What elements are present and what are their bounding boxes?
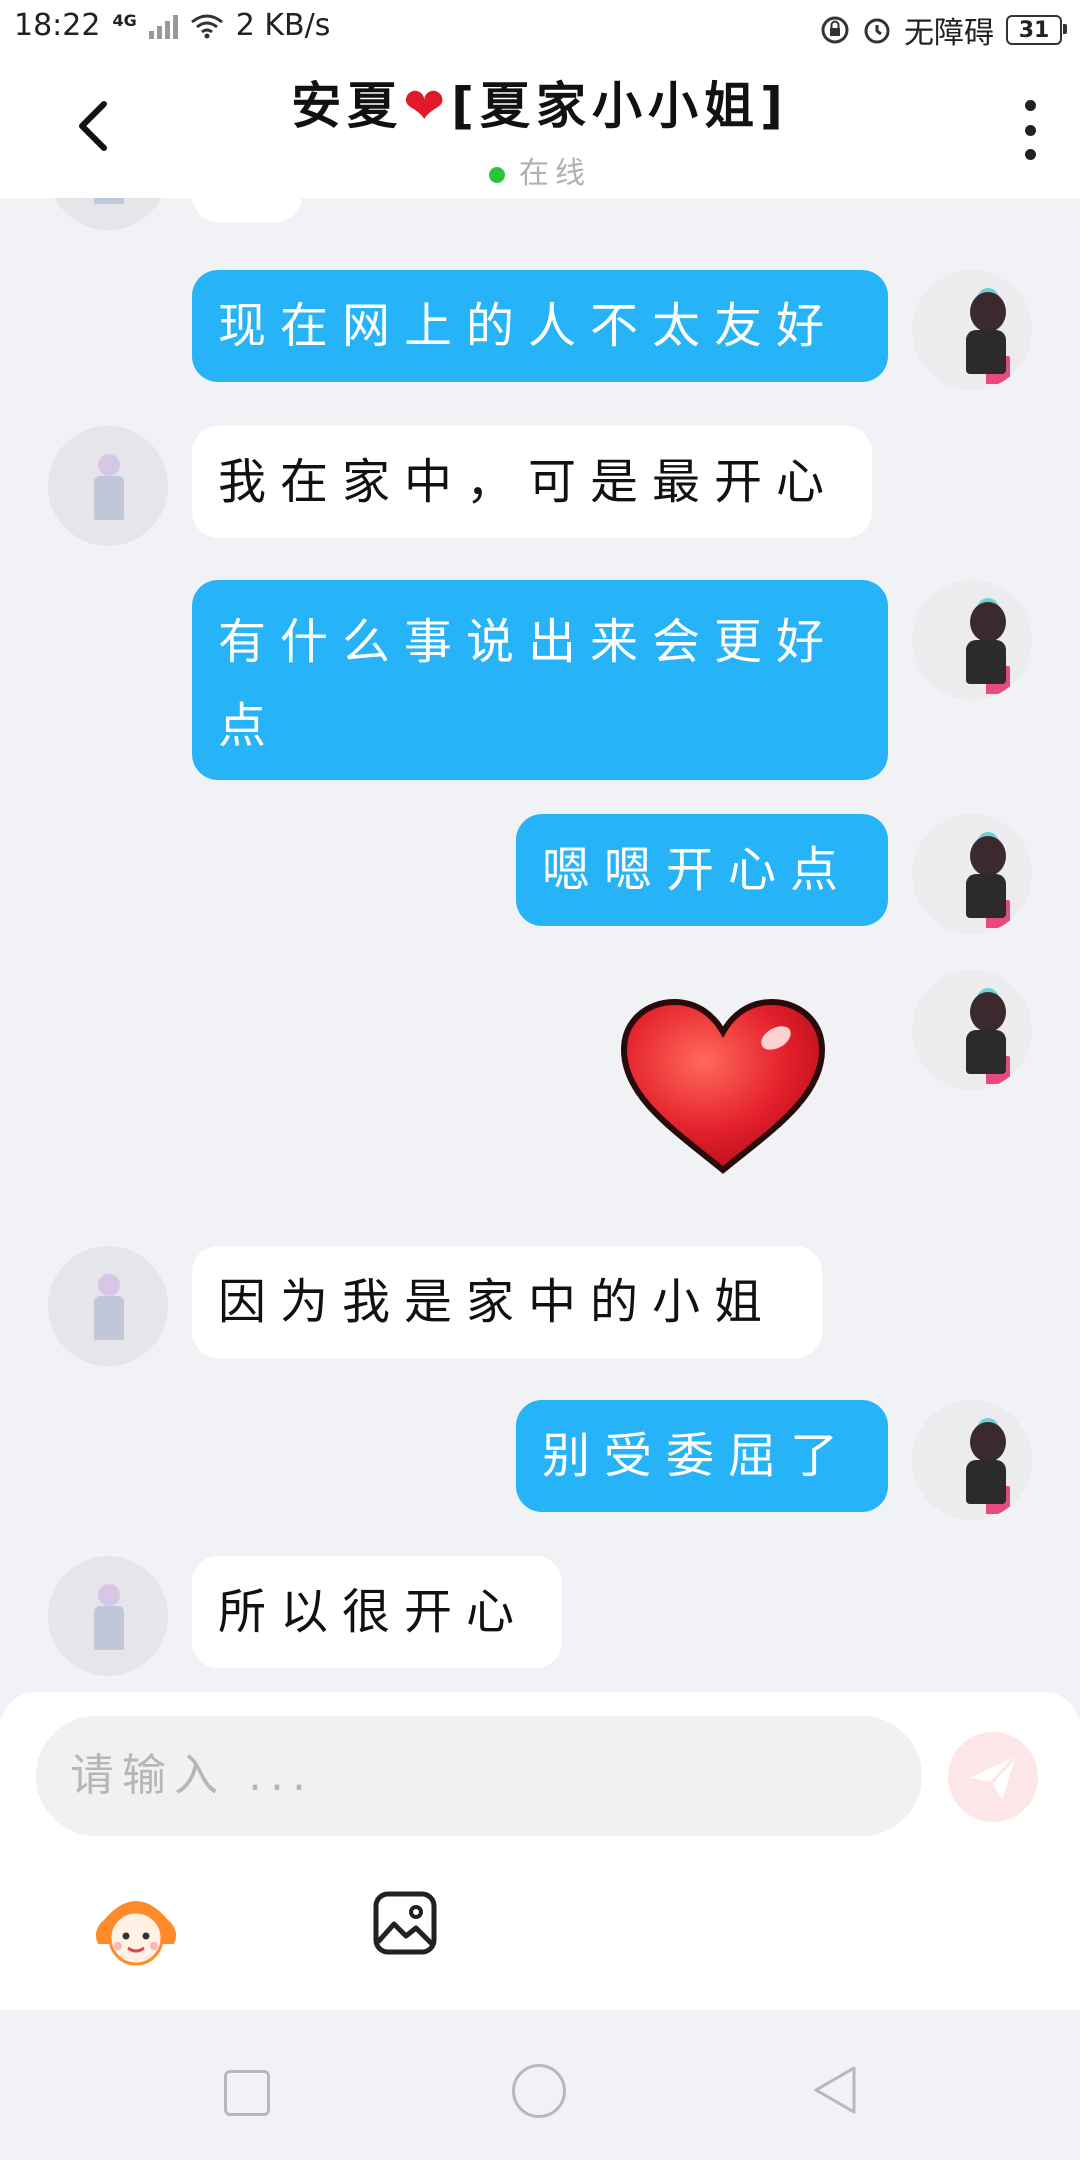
more-menu-icon[interactable] bbox=[1022, 100, 1038, 160]
status-time: 18:22 bbox=[14, 8, 101, 43]
nav-back-button[interactable] bbox=[810, 2064, 860, 2116]
message-bubble-outgoing[interactable]: 别受委屈了 bbox=[516, 1400, 888, 1512]
heart-sticker[interactable] bbox=[618, 998, 828, 1178]
contact-avatar[interactable] bbox=[48, 426, 168, 546]
alarm-icon bbox=[864, 18, 890, 44]
home-button[interactable] bbox=[512, 2064, 566, 2118]
battery-icon: 31 bbox=[1006, 15, 1067, 45]
message-bubble-incoming[interactable]: 我在家中，可是最开心 bbox=[192, 426, 872, 538]
status-bar: 18:22 4G 2 KB/s 无障碍 31 bbox=[0, 0, 1080, 56]
system-nav-bar bbox=[0, 2014, 1080, 2160]
contact-name-prefix: 安夏 bbox=[291, 77, 404, 135]
contact-avatar[interactable] bbox=[48, 1556, 168, 1676]
contact-avatar[interactable] bbox=[48, 1246, 168, 1366]
image-icon[interactable] bbox=[372, 1890, 438, 1956]
chat-header: 安夏❤[夏家小小姐] 在线 bbox=[0, 56, 1080, 198]
contact-avatar[interactable] bbox=[48, 198, 168, 230]
lock-rotation-icon bbox=[821, 16, 849, 44]
message-bubble-outgoing[interactable]: 有什么事说出来会更好点 bbox=[192, 580, 888, 780]
online-dot-icon bbox=[489, 166, 505, 183]
accessibility-label: 无障碍 bbox=[904, 16, 994, 51]
network-type: 4G bbox=[112, 11, 137, 30]
signal-icon bbox=[148, 13, 178, 39]
online-status-label: 在线 bbox=[519, 156, 591, 191]
message-bubble-outgoing[interactable]: 嗯嗯开心点 bbox=[516, 814, 888, 926]
my-avatar[interactable] bbox=[912, 970, 1032, 1090]
recent-apps-button[interactable] bbox=[224, 2070, 270, 2116]
message-bubble-outgoing[interactable]: 现在网上的人不太友好 bbox=[192, 270, 888, 382]
contact-name[interactable]: 安夏❤[夏家小小姐] bbox=[0, 66, 1080, 138]
heart-icon: ❤ bbox=[403, 77, 452, 135]
my-avatar[interactable] bbox=[912, 814, 1032, 934]
online-status: 在线 bbox=[0, 148, 1080, 192]
send-icon[interactable] bbox=[948, 1732, 1038, 1822]
message-list[interactable]: 现在网上的人不太友好 我在家中，可是最开心 有什么事说出来会更好点 嗯嗯开心点 … bbox=[0, 198, 1080, 1692]
network-speed: 2 KB/s bbox=[235, 8, 331, 43]
battery-level: 31 bbox=[1018, 17, 1050, 43]
message-bubble-incoming[interactable]: 所以很开心 bbox=[192, 1556, 562, 1668]
emoji-icon[interactable] bbox=[92, 1890, 180, 1970]
message-composer: 请输入 ... bbox=[0, 1692, 1080, 2010]
my-avatar[interactable] bbox=[912, 270, 1032, 390]
message-bubble-partial bbox=[192, 198, 302, 222]
my-avatar[interactable] bbox=[912, 580, 1032, 700]
wifi-icon bbox=[190, 14, 223, 38]
message-bubble-incoming[interactable]: 因为我是家中的小姐 bbox=[192, 1246, 822, 1358]
contact-name-suffix: [夏家小小姐] bbox=[451, 77, 789, 135]
message-input[interactable]: 请输入 ... bbox=[36, 1716, 922, 1836]
my-avatar[interactable] bbox=[912, 1400, 1032, 1520]
